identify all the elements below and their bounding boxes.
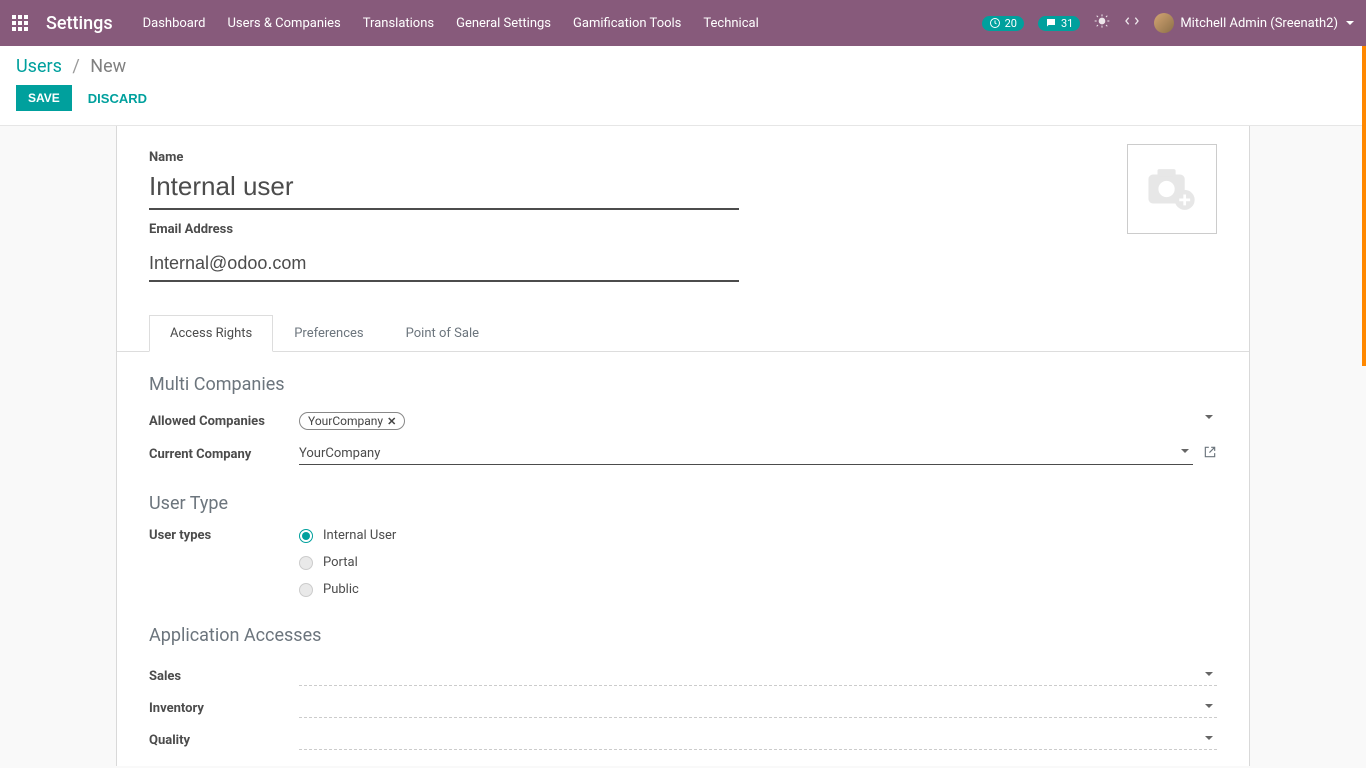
chevron-down-icon (1205, 415, 1213, 419)
tab-point-of-sale[interactable]: Point of Sale (385, 315, 500, 352)
tabs: Access Rights Preferences Point of Sale (117, 314, 1249, 352)
tag-remove-icon[interactable]: ✕ (387, 415, 396, 428)
email-label: Email Address (149, 222, 739, 237)
nav-dashboard[interactable]: Dashboard (143, 16, 206, 31)
section-app-access: Application Accesses Sales Inventory Qua… (117, 625, 1249, 766)
app-row-manufacturing: Manufacturing (149, 756, 1217, 766)
current-company-field[interactable]: YourCompany (299, 443, 1193, 465)
multi-companies-title: Multi Companies (149, 374, 1217, 395)
title-block: Name Email Address (149, 150, 1217, 282)
nav-translations[interactable]: Translations (363, 16, 434, 31)
dev-tools-icon[interactable] (1124, 13, 1140, 33)
company-tag-text: YourCompany (308, 414, 383, 428)
radio-label: Portal (323, 555, 358, 570)
app-label: Sales (149, 669, 299, 684)
debug-icon[interactable] (1094, 13, 1110, 33)
company-tag[interactable]: YourCompany ✕ (299, 412, 405, 430)
breadcrumb-sep: / (72, 56, 79, 77)
allowed-companies-label: Allowed Companies (149, 414, 299, 429)
app-row-quality: Quality (149, 724, 1217, 756)
allowed-companies-field[interactable]: YourCompany ✕ (299, 409, 1217, 433)
user-menu[interactable]: Mitchell Admin (Sreenath2) (1154, 13, 1354, 33)
breadcrumb-current: New (90, 56, 126, 77)
activity-count: 20 (1005, 17, 1017, 30)
email-input[interactable] (149, 249, 739, 282)
app-access-title: Application Accesses (149, 625, 1217, 646)
radio-portal[interactable]: Portal (299, 555, 1217, 570)
nav-gamification[interactable]: Gamification Tools (573, 16, 681, 31)
action-buttons: SAVE DISCARD (16, 85, 1350, 111)
name-input[interactable] (149, 167, 739, 210)
user-name: Mitchell Admin (Sreenath2) (1180, 16, 1338, 31)
radio-public[interactable]: Public (299, 582, 1217, 597)
chevron-down-icon (1346, 21, 1354, 25)
form-sheet: Name Email Address Access Rights P (116, 126, 1250, 766)
app-row-sales: Sales (149, 660, 1217, 692)
form-container: Name Email Address Access Rights P (0, 126, 1366, 766)
radio-icon (299, 529, 313, 543)
messages-badge[interactable]: 31 (1038, 16, 1080, 31)
chevron-down-icon (1205, 672, 1213, 676)
top-navbar: Settings Dashboard Users & Companies Tra… (0, 0, 1366, 46)
user-types-label: User types (149, 528, 299, 543)
avatar-icon (1154, 13, 1174, 33)
nav-technical[interactable]: Technical (703, 16, 758, 31)
activity-badge[interactable]: 20 (982, 16, 1024, 31)
avatar-upload[interactable] (1127, 144, 1217, 234)
save-button[interactable]: SAVE (16, 85, 72, 111)
apps-icon[interactable] (12, 15, 28, 31)
radio-label: Public (323, 582, 359, 597)
app-select-sales[interactable] (299, 666, 1217, 686)
app-select-inventory[interactable] (299, 698, 1217, 718)
nav-menu: Dashboard Users & Companies Translations… (143, 16, 759, 31)
section-user-type: User Type User types Internal User Porta… (117, 493, 1249, 597)
radio-internal-user[interactable]: Internal User (299, 528, 1217, 543)
app-label: Inventory (149, 701, 299, 716)
tab-preferences[interactable]: Preferences (273, 315, 384, 352)
app-brand[interactable]: Settings (46, 13, 113, 34)
radio-icon (299, 583, 313, 597)
radio-icon (299, 556, 313, 570)
section-multi-companies: Multi Companies Allowed Companies YourCo… (117, 374, 1249, 465)
current-company-label: Current Company (149, 447, 299, 462)
breadcrumb: Users / New (16, 56, 1350, 77)
external-link-icon[interactable] (1203, 445, 1217, 463)
action-bar: Users / New SAVE DISCARD (0, 46, 1366, 126)
nav-users-companies[interactable]: Users & Companies (227, 16, 340, 31)
user-type-radio-group: Internal User Portal Public (299, 528, 1217, 597)
app-select-manufacturing[interactable] (299, 762, 1217, 766)
scroll-indicator (1362, 46, 1366, 366)
discard-button[interactable]: DISCARD (88, 91, 147, 106)
tab-access-rights[interactable]: Access Rights (149, 315, 273, 352)
radio-label: Internal User (323, 528, 396, 543)
breadcrumb-users[interactable]: Users (16, 56, 62, 77)
app-row-inventory: Inventory (149, 692, 1217, 724)
messages-count: 31 (1061, 17, 1073, 30)
app-select-quality[interactable] (299, 730, 1217, 750)
current-company-value: YourCompany (299, 446, 1193, 461)
nav-right: 20 31 Mitchell Admin (Sreenath2) (982, 13, 1354, 33)
nav-general-settings[interactable]: General Settings (456, 16, 551, 31)
name-label: Name (149, 150, 739, 165)
user-type-title: User Type (149, 493, 1217, 514)
app-label: Manufacturing (149, 765, 299, 767)
chevron-down-icon (1205, 736, 1213, 740)
chevron-down-icon (1205, 704, 1213, 708)
app-label: Quality (149, 733, 299, 748)
chevron-down-icon (1181, 449, 1189, 453)
